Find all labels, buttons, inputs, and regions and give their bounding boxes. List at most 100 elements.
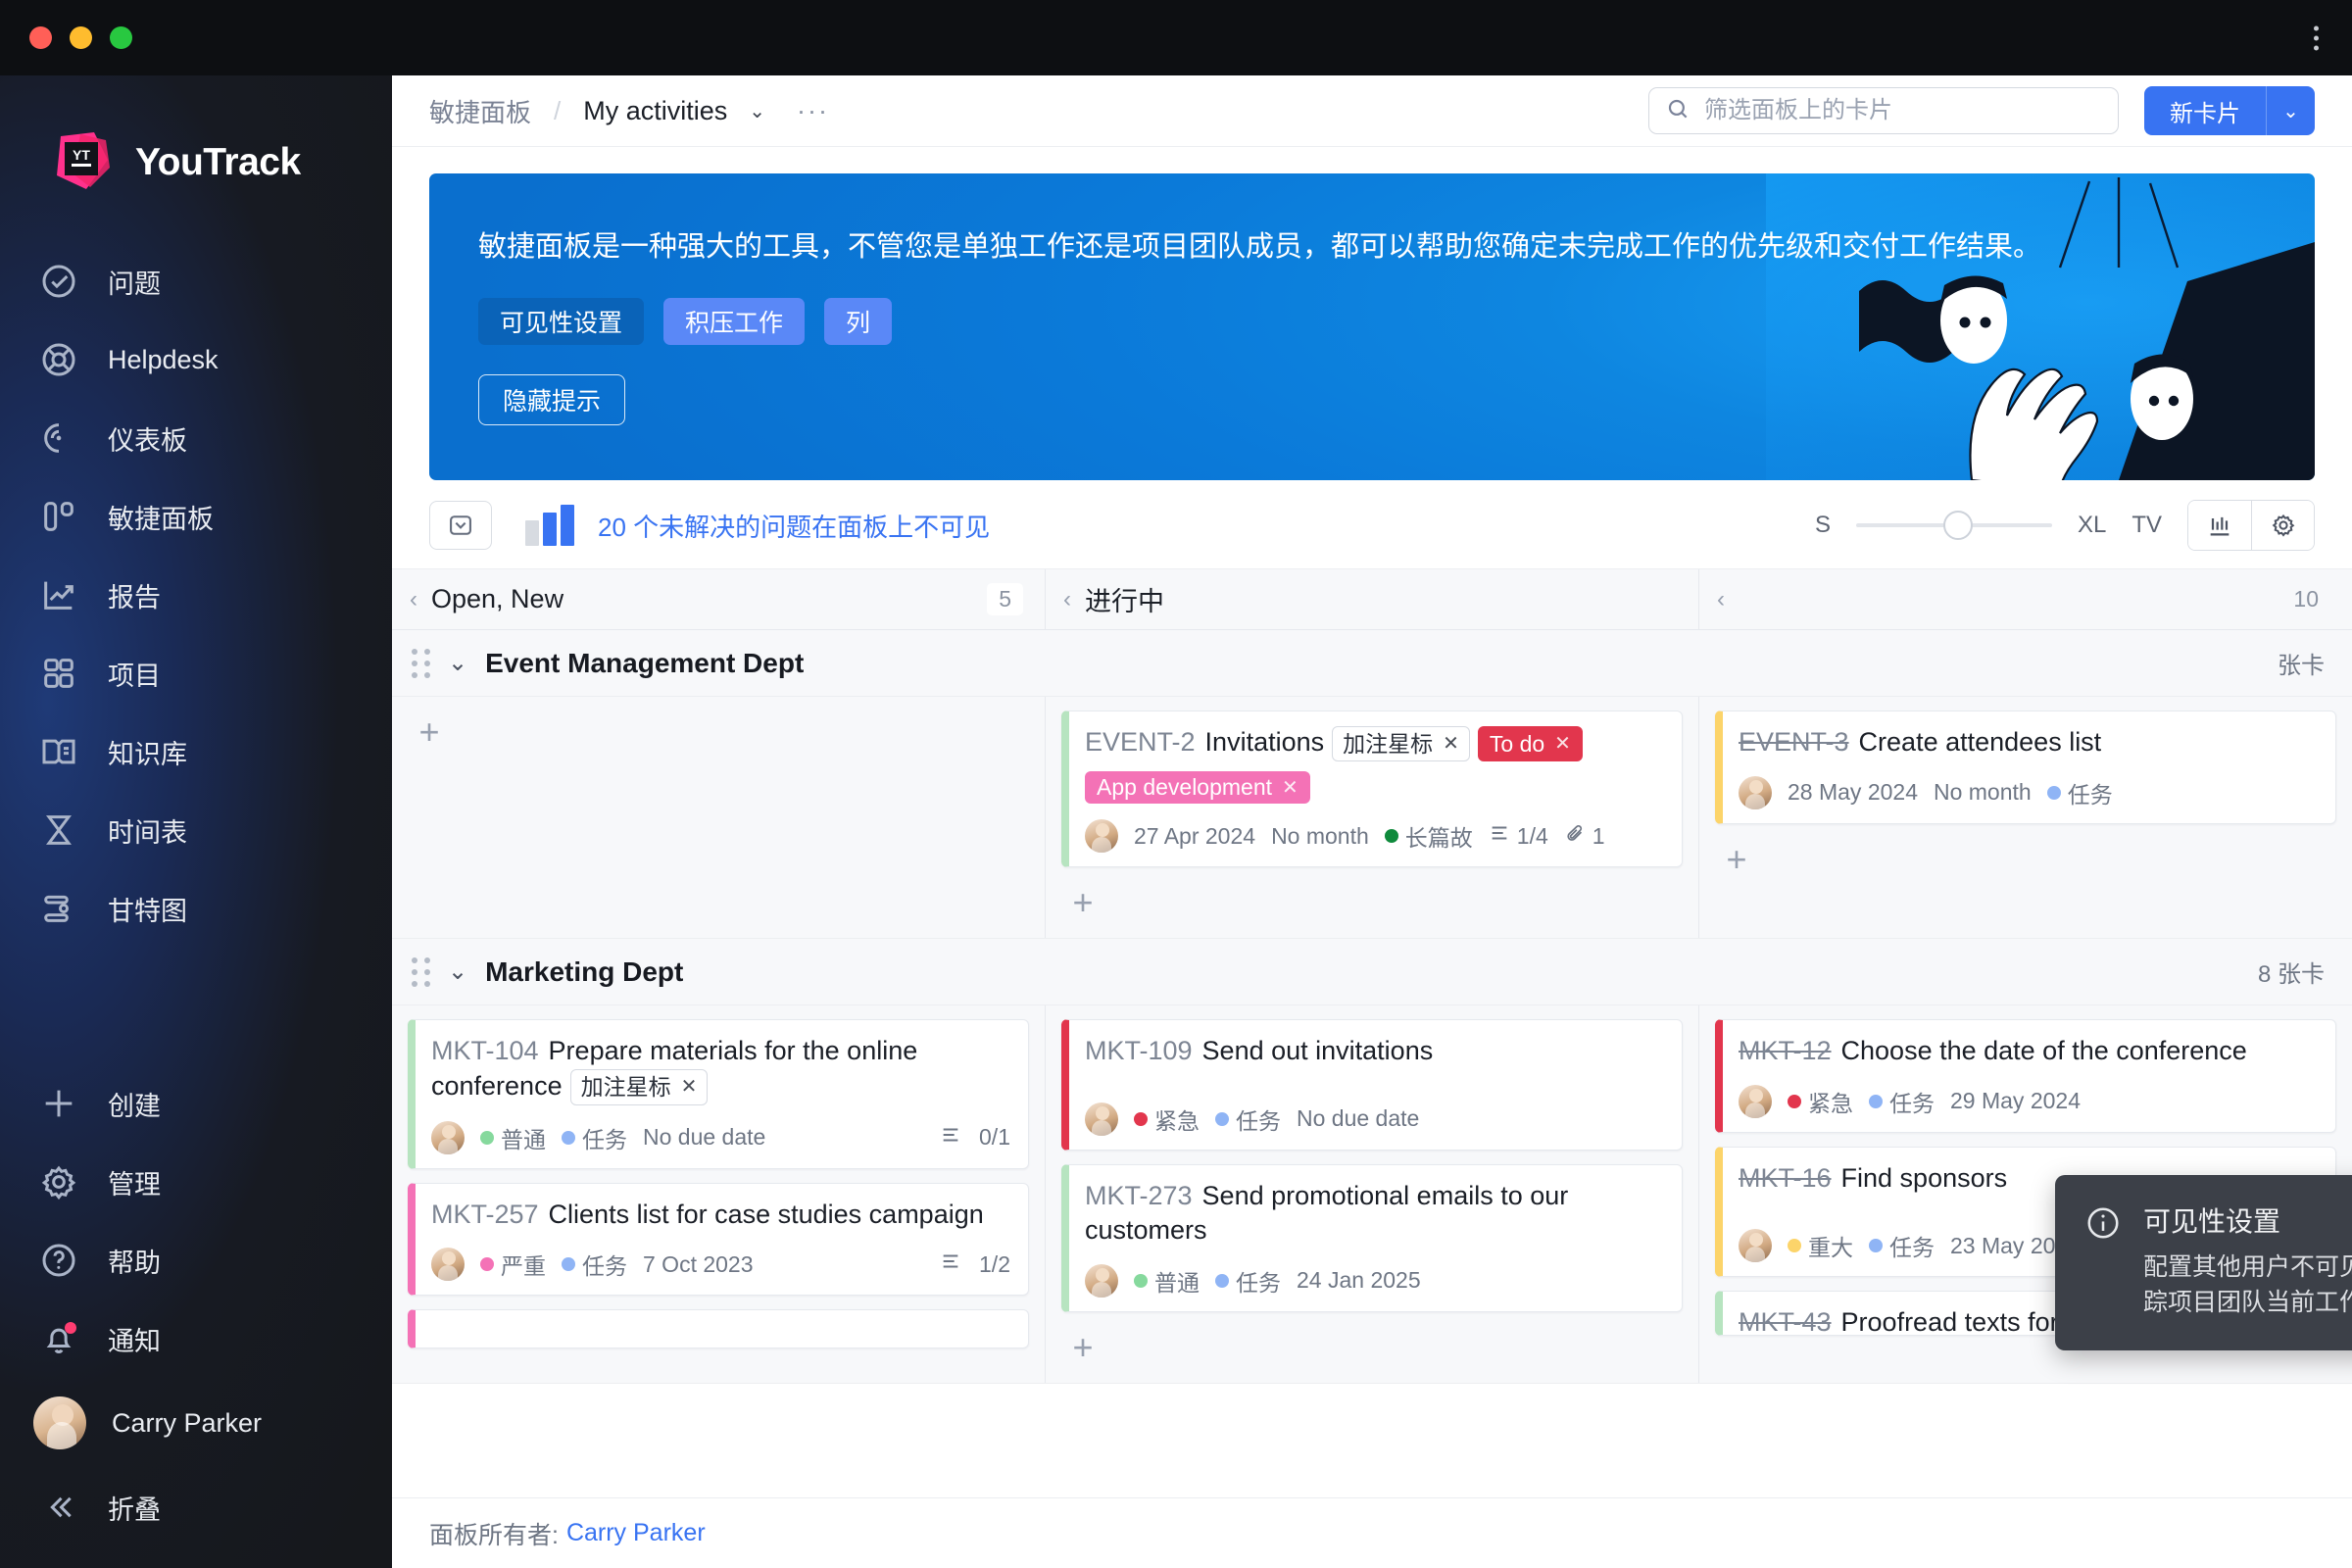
new-card-dropdown-button[interactable]: ⌄: [2266, 86, 2315, 135]
sidebar-item-create[interactable]: 创建: [0, 1064, 392, 1143]
sidebar-item-agile-boards[interactable]: 敏捷面板: [0, 477, 392, 556]
card-mkt-257[interactable]: MKT-257Clients list for case studies cam…: [408, 1183, 1029, 1297]
minimize-window-button[interactable]: [70, 26, 92, 49]
hide-tip-button[interactable]: 隐藏提示: [478, 374, 625, 425]
card-mkt-12[interactable]: MKT-12Choose the date of the conference …: [1715, 1019, 2336, 1133]
remove-tag-icon[interactable]: ✕: [1282, 775, 1298, 800]
ellipsis-icon[interactable]: ···: [797, 98, 829, 124]
sidebar-bottom-nav: 创建 管理 帮助: [0, 1064, 392, 1546]
card-tag-app-development[interactable]: App development ✕: [1085, 771, 1310, 804]
sidebar-item-issues[interactable]: 问题: [0, 242, 392, 320]
tip-chip-visibility-settings[interactable]: 可见性设置: [478, 298, 644, 345]
add-card-button[interactable]: +: [1715, 838, 1758, 881]
sidebar-item-projects[interactable]: 项目: [0, 634, 392, 712]
sidebar-item-help[interactable]: 帮助: [0, 1221, 392, 1299]
statistics-toggle-button[interactable]: [2188, 501, 2251, 550]
chevron-left-icon[interactable]: ‹: [1063, 586, 1071, 613]
unresolved-issues-link[interactable]: 20 个未解决的问题在面板上不可见: [598, 508, 990, 544]
card-partial-next[interactable]: [408, 1309, 1029, 1348]
card-date: No due date: [1297, 1105, 1419, 1132]
card-size-max-label: XL: [2078, 512, 2106, 539]
remove-tag-icon[interactable]: ✕: [1443, 731, 1459, 757]
card-size-min-label: S: [1815, 512, 1831, 539]
assignee-avatar: [1085, 1264, 1118, 1298]
card-date: 29 May 2024: [1950, 1088, 2081, 1114]
sidebar-item-reports[interactable]: 报告: [0, 556, 392, 634]
board-owner-link[interactable]: Carry Parker: [566, 1519, 706, 1547]
chevron-left-icon[interactable]: ‹: [410, 586, 417, 613]
swimlane-row-event-management: + EVENT-2Invitations加注星标✕To do✕ App deve…: [392, 697, 2352, 939]
column-header-third[interactable]: ‹ 10: [1699, 569, 2352, 629]
toolbar-segmented-group: [2187, 500, 2315, 551]
sidebar-item-knowledge-base[interactable]: 知识库: [0, 712, 392, 791]
card-mkt-104[interactable]: MKT-104Prepare materials for the online …: [408, 1019, 1029, 1169]
priority-color-dot: [1788, 1239, 1801, 1252]
breadcrumb-current[interactable]: My activities: [583, 96, 727, 126]
column-count: [1653, 597, 1677, 603]
sidebar-item-label: 时间表: [108, 811, 187, 850]
chevron-left-icon[interactable]: ‹: [1717, 586, 1725, 613]
sidebar-item-notifications[interactable]: 通知: [0, 1299, 392, 1378]
drag-handle-icon[interactable]: [412, 649, 430, 678]
maximize-window-button[interactable]: [110, 26, 132, 49]
sidebar-item-timesheets[interactable]: 时间表: [0, 791, 392, 869]
add-card-button[interactable]: +: [1061, 1326, 1104, 1369]
search-input[interactable]: [1704, 97, 2102, 124]
priority-color-dot: [480, 1257, 494, 1271]
card-attachments: 1: [1564, 822, 1605, 850]
card-meta: 普通 任务 No due date: [431, 1121, 1010, 1154]
card-tag-todo[interactable]: To do✕: [1478, 726, 1583, 761]
grid-icon: [37, 652, 80, 695]
chevron-down-icon[interactable]: ⌄: [749, 99, 765, 123]
sidebar-item-label: 创建: [108, 1085, 161, 1123]
sidebar-user-profile[interactable]: Carry Parker: [0, 1378, 392, 1468]
card-type: 任务: [562, 1121, 627, 1154]
sidebar-item-label: 项目: [108, 655, 161, 693]
column-header-open-new[interactable]: ‹ Open, New 5: [392, 569, 1046, 629]
sidebar-nav: 问题 Helpdesk 仪表板: [0, 242, 392, 948]
board-settings-button[interactable]: [2251, 501, 2314, 550]
remove-tag-icon[interactable]: ✕: [681, 1074, 698, 1100]
column-header-in-progress[interactable]: ‹ 进行中: [1046, 569, 1699, 629]
tip-chip-columns[interactable]: 列: [824, 298, 892, 345]
kebab-menu-icon[interactable]: [2314, 25, 2319, 50]
drag-handle-icon[interactable]: [412, 957, 430, 987]
card-size-slider[interactable]: [1856, 509, 2052, 542]
remove-tag-icon[interactable]: ✕: [1554, 731, 1571, 757]
tooltip-content: 可见性设置 配置其他用户不可见的个人面板，或者共享跟踪项目团队当前工作的面板。: [2143, 1200, 2352, 1321]
add-card-button[interactable]: +: [408, 710, 451, 754]
breadcrumb-root[interactable]: 敏捷面板: [429, 93, 531, 129]
assignee-avatar: [1739, 1085, 1772, 1118]
slider-knob[interactable]: [1943, 511, 1973, 540]
card-tag-starred[interactable]: 加注星标✕: [570, 1069, 709, 1104]
card-date: No due date: [643, 1124, 765, 1151]
card-event-2[interactable]: EVENT-2Invitations加注星标✕To do✕ App develo…: [1061, 710, 1683, 867]
card-summary: Create attendees list: [1859, 727, 2102, 757]
chevron-down-icon[interactable]: ⌄: [448, 649, 467, 677]
sidebar-item-helpdesk[interactable]: Helpdesk: [0, 320, 392, 399]
close-window-button[interactable]: [29, 26, 52, 49]
sidebar-collapse-button[interactable]: 折叠: [0, 1468, 392, 1546]
avatar: [33, 1396, 86, 1449]
swimlane-header-marketing[interactable]: ⌄ Marketing Dept 8 张卡: [392, 939, 2352, 1005]
card-mkt-273[interactable]: MKT-273Send promotional emails to our cu…: [1061, 1164, 1683, 1312]
tip-chip-backlog[interactable]: 积压工作: [663, 298, 805, 345]
archive-inbox-icon[interactable]: [429, 501, 492, 550]
chevron-down-icon[interactable]: ⌄: [448, 957, 467, 986]
tv-mode-button[interactable]: TV: [2132, 512, 2162, 539]
card-event-3[interactable]: EVENT-3Create attendees list 28 May 2024…: [1715, 710, 2336, 824]
add-card-button[interactable]: +: [1061, 881, 1104, 924]
sidebar-item-gantt[interactable]: 甘特图: [0, 869, 392, 948]
search-box[interactable]: [1648, 87, 2119, 134]
card-type: 任务: [1215, 1264, 1281, 1298]
sidebar-item-administration[interactable]: 管理: [0, 1143, 392, 1221]
brand[interactable]: YT YouTrack: [0, 75, 392, 195]
check-circle-icon: [37, 260, 80, 303]
sidebar-item-label: 问题: [108, 263, 161, 301]
sidebar-item-dashboards[interactable]: 仪表板: [0, 399, 392, 477]
new-card-button[interactable]: 新卡片: [2144, 86, 2266, 135]
card-mkt-109[interactable]: MKT-109Send out invitations 紧急: [1061, 1019, 1683, 1151]
breadcrumb-separator: /: [554, 96, 561, 126]
swimlane-header-event-management[interactable]: ⌄ Event Management Dept 张卡: [392, 630, 2352, 697]
card-tag-starred[interactable]: 加注星标✕: [1332, 726, 1470, 761]
